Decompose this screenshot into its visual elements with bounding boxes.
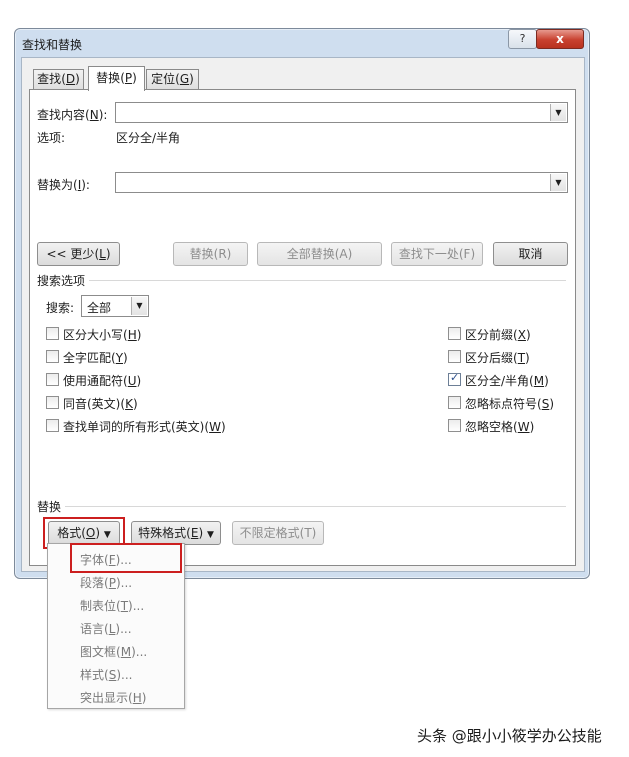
find-next-button[interactable]: 查找下一处(F): [391, 242, 483, 266]
search-label: 搜索:: [46, 301, 75, 315]
search-options-divider: [89, 280, 566, 281]
checkbox[interactable]: [46, 396, 59, 409]
replace-button[interactable]: 替换(R): [173, 242, 248, 266]
find-input[interactable]: ▼: [115, 102, 568, 123]
menu-item-tabs[interactable]: 制表位(T)...: [80, 597, 144, 614]
checkbox[interactable]: [46, 419, 59, 432]
options-value: 区分全/半角: [116, 131, 181, 145]
menu-item-frame[interactable]: 图文框(M)...: [80, 643, 147, 660]
replace-all-button[interactable]: 全部替换(A): [257, 242, 382, 266]
menu-item-highlight[interactable]: 突出显示(H): [80, 689, 146, 706]
menu-item-style[interactable]: 样式(S)...: [80, 666, 132, 683]
cancel-button[interactable]: 取消: [493, 242, 568, 266]
menu-item-font[interactable]: 字体(F)...: [80, 551, 132, 568]
dialog-title: 查找和替换: [22, 38, 83, 52]
replace-input[interactable]: ▼: [115, 172, 568, 193]
replace-section-heading: 替换: [37, 500, 62, 514]
less-button[interactable]: << 更少(L): [37, 242, 120, 266]
search-options-heading: 搜索选项: [37, 274, 86, 288]
dropdown-caret-icon: ▼: [103, 530, 111, 540]
checkmark-icon: ✓: [450, 371, 460, 384]
checkbox[interactable]: [46, 373, 59, 386]
watermark-text: 头条 @跟小小筱学办公技能: [417, 727, 602, 745]
checkbox[interactable]: [448, 396, 461, 409]
no-formatting-button[interactable]: 不限定格式(T): [232, 521, 324, 545]
close-icon: x: [556, 32, 564, 46]
options-label: 选项:: [37, 131, 66, 145]
checkbox[interactable]: [448, 419, 461, 432]
help-button[interactable]: ?: [508, 29, 537, 49]
checkbox-checked[interactable]: ✓: [448, 371, 461, 386]
search-select-value: 全部: [87, 301, 112, 315]
menu-item-paragraph[interactable]: 段落(P)...: [80, 574, 132, 591]
find-label: 查找内容(N):: [37, 108, 108, 122]
search-select[interactable]: 全部 ▼: [81, 295, 149, 317]
special-format-button[interactable]: 特殊格式(E) ▼: [131, 521, 221, 545]
menu-item-language[interactable]: 语言(L)...: [80, 620, 132, 637]
replace-section-divider: [65, 506, 566, 507]
replace-label: 替换为(I):: [37, 178, 90, 192]
tab-goto[interactable]: 定位(G): [146, 69, 199, 89]
checkbox[interactable]: [46, 327, 59, 340]
tab-replace[interactable]: 替换(P): [88, 66, 145, 91]
tab-find[interactable]: 查找(D): [33, 69, 84, 89]
checkbox[interactable]: [448, 327, 461, 340]
search-dropdown-arrow-icon[interactable]: ▼: [131, 297, 147, 315]
replace-dropdown-arrow-icon[interactable]: ▼: [550, 174, 566, 191]
find-dropdown-arrow-icon[interactable]: ▼: [550, 104, 566, 121]
dropdown-caret-icon: ▼: [206, 530, 214, 540]
checkbox[interactable]: [46, 350, 59, 363]
help-icon: ?: [519, 32, 526, 45]
format-button[interactable]: 格式(O) ▼: [48, 521, 120, 545]
checkbox[interactable]: [448, 350, 461, 363]
close-button[interactable]: x: [536, 29, 584, 49]
